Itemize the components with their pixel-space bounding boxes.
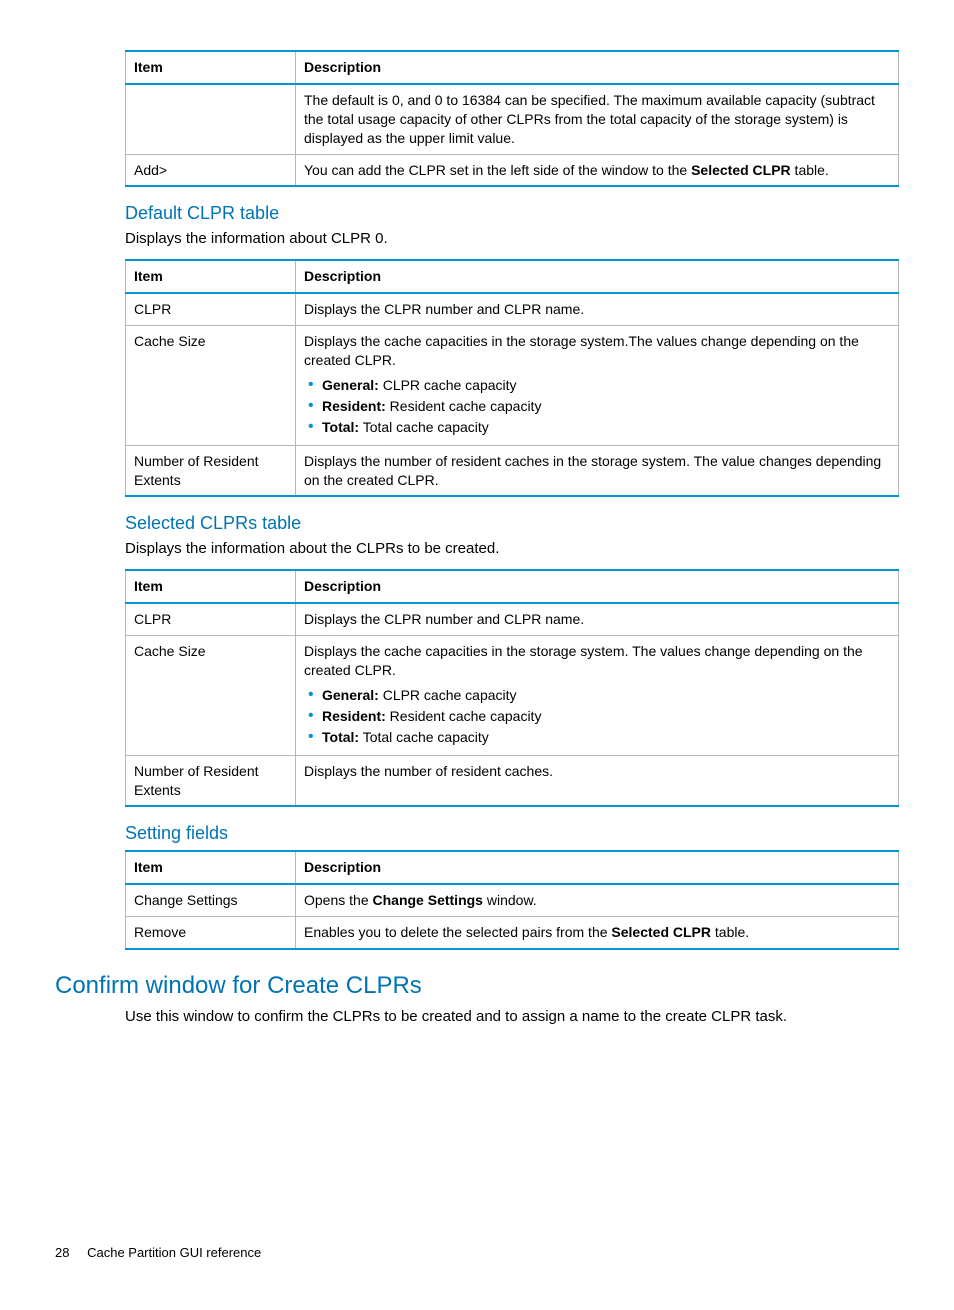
- cell-item: [126, 84, 296, 154]
- page-footer: 28 Cache Partition GUI reference: [55, 1245, 899, 1260]
- cell-item: Cache Size: [126, 326, 296, 445]
- table-default-clpr: Item Description CLPR Displays the CLPR …: [125, 259, 899, 497]
- list-item: General: CLPR cache capacity: [322, 686, 890, 705]
- table-row: Cache Size Displays the cache capacities…: [126, 326, 899, 445]
- cell-item: Add>: [126, 154, 296, 186]
- table-row: Cache Size Displays the cache capacities…: [126, 636, 899, 755]
- bullet-label: General:: [322, 377, 379, 393]
- list-item: Total: Total cache capacity: [322, 728, 890, 747]
- table-row: Add> You can add the CLPR set in the lef…: [126, 154, 899, 186]
- heading-selected-clprs: Selected CLPRs table: [125, 513, 899, 534]
- desc-intro: Displays the cache capacities in the sto…: [304, 643, 863, 678]
- bullet-label: Resident:: [322, 398, 386, 414]
- table-first: Item Description The default is 0, and 0…: [125, 50, 899, 187]
- col-header-desc: Description: [296, 851, 899, 884]
- table-row: Number of Resident Extents Displays the …: [126, 755, 899, 806]
- intro-selected-clprs: Displays the information about the CLPRs…: [125, 540, 899, 557]
- col-header-item: Item: [126, 260, 296, 293]
- cell-desc: Enables you to delete the selected pairs…: [296, 917, 899, 949]
- col-header-desc: Description: [296, 260, 899, 293]
- table-row: The default is 0, and 0 to 16384 can be …: [126, 84, 899, 154]
- desc-text-post: table.: [791, 162, 829, 178]
- bullet-text: Total cache capacity: [359, 729, 489, 745]
- desc-text-bold: Selected CLPR: [691, 162, 791, 178]
- page-number: 28: [55, 1245, 69, 1260]
- bullet-label: General:: [322, 687, 379, 703]
- cell-desc: Displays the cache capacities in the sto…: [296, 326, 899, 445]
- bullet-label: Total:: [322, 729, 359, 745]
- desc-text-pre: You can add the CLPR set in the left sid…: [304, 162, 691, 178]
- col-header-desc: Description: [296, 51, 899, 84]
- col-header-item: Item: [126, 570, 296, 603]
- list-item: General: CLPR cache capacity: [322, 376, 890, 395]
- cell-item: Remove: [126, 917, 296, 949]
- col-header-item: Item: [126, 51, 296, 84]
- bullet-text: CLPR cache capacity: [379, 377, 517, 393]
- desc-intro: Displays the cache capacities in the sto…: [304, 333, 859, 368]
- table-selected-clprs: Item Description CLPR Displays the CLPR …: [125, 569, 899, 807]
- heading-setting-fields: Setting fields: [125, 823, 899, 844]
- desc-text-bold: Change Settings: [373, 892, 483, 908]
- cell-desc: Displays the number of resident caches.: [296, 755, 899, 806]
- cell-item: Number of Resident Extents: [126, 755, 296, 806]
- list-item: Resident: Resident cache capacity: [322, 397, 890, 416]
- list-item: Resident: Resident cache capacity: [322, 707, 890, 726]
- bullet-label: Total:: [322, 419, 359, 435]
- desc-text-post: table.: [711, 924, 749, 940]
- cell-item: CLPR: [126, 293, 296, 325]
- bullet-text: Total cache capacity: [359, 419, 489, 435]
- table-row: CLPR Displays the CLPR number and CLPR n…: [126, 603, 899, 635]
- heading-confirm-window: Confirm window for Create CLPRs: [55, 972, 899, 1000]
- desc-text-pre: Opens the: [304, 892, 373, 908]
- bullet-text: Resident cache capacity: [386, 708, 542, 724]
- cell-item: CLPR: [126, 603, 296, 635]
- cell-desc: Opens the Change Settings window.: [296, 884, 899, 916]
- bullet-text: Resident cache capacity: [386, 398, 542, 414]
- heading-default-clpr: Default CLPR table: [125, 203, 899, 224]
- table-row: Change Settings Opens the Change Setting…: [126, 884, 899, 916]
- cell-item: Cache Size: [126, 636, 296, 755]
- cell-desc: You can add the CLPR set in the left sid…: [296, 154, 899, 186]
- intro-default-clpr: Displays the information about CLPR 0.: [125, 230, 899, 247]
- cell-desc: The default is 0, and 0 to 16384 can be …: [296, 84, 899, 154]
- cell-item: Change Settings: [126, 884, 296, 916]
- table-row: Number of Resident Extents Displays the …: [126, 445, 899, 496]
- table-setting-fields: Item Description Change Settings Opens t…: [125, 850, 899, 950]
- cell-desc: Displays the number of resident caches i…: [296, 445, 899, 496]
- col-header-item: Item: [126, 851, 296, 884]
- cell-desc: Displays the cache capacities in the sto…: [296, 636, 899, 755]
- bullet-text: CLPR cache capacity: [379, 687, 517, 703]
- cell-item: Number of Resident Extents: [126, 445, 296, 496]
- col-header-desc: Description: [296, 570, 899, 603]
- table-row: CLPR Displays the CLPR number and CLPR n…: [126, 293, 899, 325]
- list-item: Total: Total cache capacity: [322, 418, 890, 437]
- bullet-label: Resident:: [322, 708, 386, 724]
- desc-text-post: window.: [483, 892, 537, 908]
- cell-desc: Displays the CLPR number and CLPR name.: [296, 603, 899, 635]
- desc-text-pre: Enables you to delete the selected pairs…: [304, 924, 611, 940]
- desc-text-bold: Selected CLPR: [611, 924, 711, 940]
- footer-chapter: Cache Partition GUI reference: [87, 1245, 261, 1260]
- table-row: Remove Enables you to delete the selecte…: [126, 917, 899, 949]
- intro-confirm-window: Use this window to confirm the CLPRs to …: [125, 1008, 899, 1025]
- cell-desc: Displays the CLPR number and CLPR name.: [296, 293, 899, 325]
